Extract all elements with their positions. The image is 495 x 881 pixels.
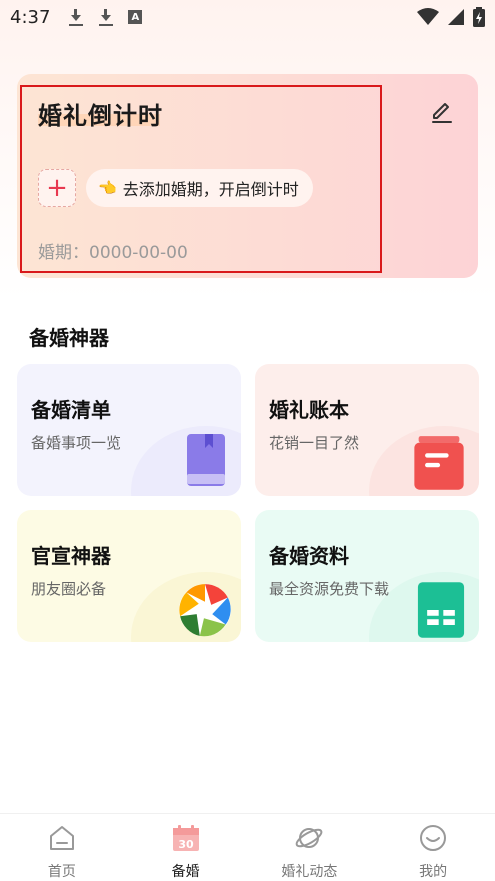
wifi-icon — [417, 8, 439, 25]
book-icon — [187, 434, 225, 486]
download-icon — [98, 8, 114, 26]
tool-title: 婚礼账本 — [269, 398, 349, 422]
calendar-icon: 30 — [172, 825, 199, 851]
nav-label: 备婚 — [171, 864, 200, 880]
signal-icon — [448, 9, 464, 25]
tool-card-promo[interactable]: 官宣神器 朋友圈必备 — [17, 510, 241, 642]
bottom-nav: 首页 30 备婚 婚礼动态 我的 — [0, 813, 495, 881]
tool-title: 备婚资料 — [269, 544, 349, 568]
battery-icon — [473, 7, 485, 27]
home-icon — [49, 826, 74, 850]
nav-item-news[interactable]: 婚礼动态 — [248, 814, 372, 881]
tool-subtitle: 花销一目了然 — [269, 434, 360, 452]
highlight-box — [20, 85, 382, 273]
nav-item-prep[interactable]: 30 备婚 — [124, 814, 248, 881]
camera-aperture-icon — [179, 584, 231, 637]
section-title: 备婚神器 — [29, 326, 109, 350]
svg-text:30: 30 — [178, 838, 194, 851]
planet-icon — [295, 828, 323, 848]
nav-label: 婚礼动态 — [281, 864, 338, 880]
tool-title: 备婚清单 — [31, 398, 111, 422]
status-bar: 4:37 A — [0, 0, 495, 34]
nav-label: 我的 — [419, 864, 448, 880]
tool-subtitle: 朋友圈必备 — [31, 580, 107, 598]
a-badge-icon: A — [128, 10, 143, 24]
tool-subtitle: 备婚事项一览 — [31, 434, 122, 452]
download-icon — [68, 8, 84, 26]
tool-subtitle: 最全资源免费下载 — [269, 580, 390, 598]
tool-title: 官宣神器 — [31, 544, 111, 568]
nav-item-me[interactable]: 我的 — [371, 814, 495, 881]
ledger-icon — [414, 436, 464, 490]
status-time: 4:37 — [10, 6, 51, 28]
tool-card-ledger[interactable]: 婚礼账本 花销一目了然 — [255, 364, 479, 496]
nav-label: 首页 — [47, 864, 76, 880]
nav-item-home[interactable]: 首页 — [0, 814, 124, 881]
edit-icon[interactable] — [428, 98, 456, 126]
tool-card-docs[interactable]: 备婚资料 最全资源免费下载 — [255, 510, 479, 642]
tool-card-checklist[interactable]: 备婚清单 备婚事项一览 — [17, 364, 241, 496]
spreadsheet-icon — [417, 582, 465, 638]
smile-icon — [420, 825, 447, 851]
